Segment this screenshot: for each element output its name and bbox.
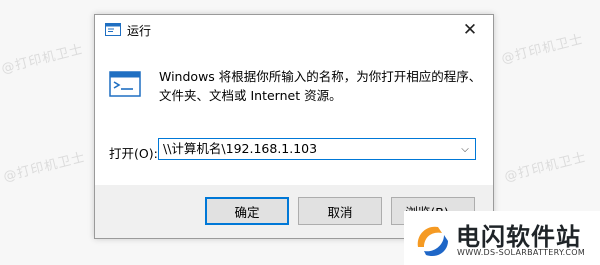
open-input[interactable] bbox=[159, 139, 453, 159]
close-button[interactable]: ✕ bbox=[447, 15, 493, 45]
watermark-text: @打印机卫士 bbox=[0, 42, 86, 77]
brand-logo bbox=[417, 226, 448, 257]
close-icon: ✕ bbox=[462, 20, 478, 40]
brand-name: 电闪软件站 bbox=[456, 223, 581, 251]
open-combobox: ⌵ bbox=[158, 138, 476, 160]
dialog-body: Windows 将根据你所输入的名称，为你打开相应的程序、文件夹、文档或 Int… bbox=[95, 45, 493, 185]
watermark-text: @打印机卫士 bbox=[502, 150, 589, 185]
run-dialog: 运行 ✕ Windows 将根据你所输入的名称，为你打开相应的程序、文件夹、文档… bbox=[94, 14, 494, 239]
brand-badge: 电闪软件站 WWW.DS-SOLARBATTERY.COM bbox=[404, 211, 600, 265]
run-app-icon bbox=[105, 23, 121, 36]
run-program-icon bbox=[109, 71, 141, 97]
cancel-button[interactable]: 取消 bbox=[298, 197, 382, 225]
brand-url: WWW.DS-SOLARBATTERY.COM bbox=[457, 248, 586, 257]
watermark-text: @打印机卫士 bbox=[1, 150, 88, 185]
dropdown-button[interactable]: ⌵ bbox=[455, 139, 475, 159]
ok-button[interactable]: 确定 bbox=[205, 197, 289, 225]
open-label: 打开(O): bbox=[109, 146, 158, 161]
title-bar[interactable]: 运行 ✕ bbox=[95, 15, 493, 45]
chevron-down-icon: ⌵ bbox=[461, 143, 469, 155]
dialog-title: 运行 bbox=[127, 24, 152, 38]
dialog-description: Windows 将根据你所输入的名称，为你打开相应的程序、文件夹、文档或 Int… bbox=[159, 69, 482, 103]
watermark-text: @打印机卫士 bbox=[499, 32, 586, 67]
